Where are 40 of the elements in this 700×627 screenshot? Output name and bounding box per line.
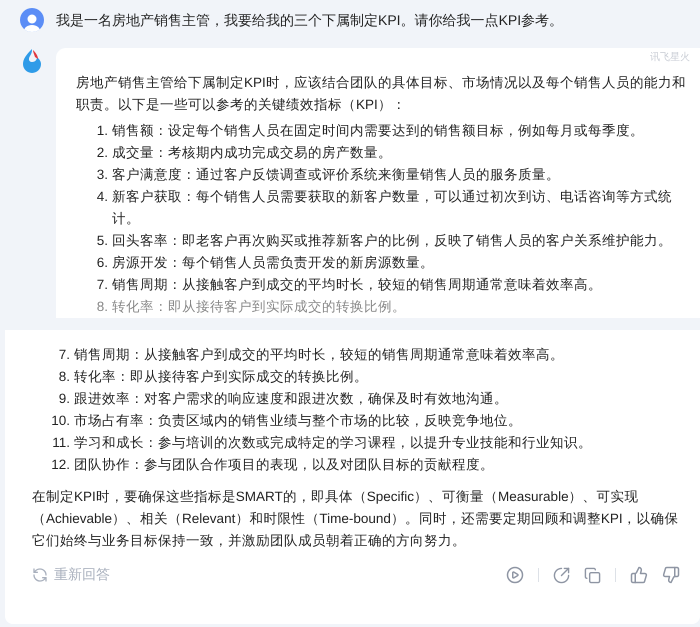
list-item-text: 学习和成长：参与培训的次数或完成特定的学习课程，以提升专业技能和行业知识。 bbox=[74, 434, 592, 452]
user-avatar bbox=[20, 8, 44, 32]
list-number: 5. bbox=[96, 232, 109, 250]
list-item-text: 销售周期：从接触客户到成交的平均时长，较短的销售周期通常意味着效率高。 bbox=[74, 346, 564, 364]
share-icon[interactable] bbox=[553, 566, 570, 584]
list-number: 8. bbox=[96, 298, 109, 316]
list-item-text: 客户满意度：通过客户反馈调查或评价系统来衡量销售人员的服务质量。 bbox=[112, 166, 560, 184]
list-item-text: 转化率：即从接待客户到实际成交的转换比例。 bbox=[74, 368, 368, 386]
list-number: 11. bbox=[51, 434, 71, 452]
list-number: 6. bbox=[96, 254, 109, 272]
regenerate-button[interactable]: 重新回答 bbox=[32, 566, 110, 584]
thumbs-up-icon[interactable] bbox=[630, 566, 648, 584]
list-number: 8. bbox=[58, 368, 71, 386]
list-item-text: 新客户获取：每个销售人员需要获取的新客户数量，可以通过初次到访、电话咨询等方式统计。 bbox=[112, 188, 673, 228]
list-number: 7. bbox=[58, 346, 71, 364]
list-item-text: 成交量：考核期内成功完成交易的房产数量。 bbox=[112, 144, 392, 162]
answer-intro: 房地产销售主管给下属制定KPI时，应该结合团队的具体目标、市场情况以及每个销售人员的能力和职责。以下是一些可以参考的关键绩效指标（KPI）： bbox=[76, 74, 687, 114]
assistant-logo-icon bbox=[20, 48, 44, 74]
list-item-text: 市场占有率：负责区域内的销售业绩与整个市场的比较，反映竞争地位。 bbox=[74, 412, 522, 430]
thumbs-down-icon[interactable] bbox=[662, 566, 680, 584]
list-number: 3. bbox=[96, 166, 109, 184]
list-item-text: 跟进效率：对客户需求的响应速度和跟进次数，确保及时有效地沟通。 bbox=[74, 390, 508, 408]
list-number: 7. bbox=[96, 276, 109, 294]
list-number: 12. bbox=[50, 456, 71, 474]
list-item-text: 回头客率：即老客户再次购买或推荐新客户的比例，反映了销售人员的客户关系维护能力。 bbox=[112, 232, 672, 250]
list-number: 9. bbox=[58, 390, 71, 408]
list-number: 10. bbox=[50, 412, 71, 430]
conclusion-paragraph: 在制定KPI时，要确保这些指标是SMART的，即具体（Specific）、可衡量（Measurable）、可实现（Achievable）、相关（Relevant）和时限性（Time-bound）。同时，还需要定期回顾和调整KPI，以确保它们始终与业务目标保持一致，并激励团队成员朝着正确的方向努力。 bbox=[32, 488, 680, 550]
refresh-icon bbox=[32, 567, 48, 583]
list-item-text: 销售周期：从接触客户到成交的平均时长，较短的销售周期通常意味着效率高。 bbox=[112, 276, 602, 294]
list-item-text: 销售额：设定每个销售人员在固定时间内需要达到的销售额目标，例如每月或每季度。 bbox=[112, 122, 644, 140]
list-item-text: 房源开发：每个销售人员需负责开发的新房源数量。 bbox=[112, 254, 434, 272]
play-icon[interactable] bbox=[506, 566, 524, 584]
copy-icon[interactable] bbox=[584, 566, 601, 584]
user-message: 我是一名房地产销售主管，我要给我的三个下属制定KPI。请你给我一点KPI参考。 bbox=[56, 11, 564, 30]
list-number: 2. bbox=[96, 144, 109, 162]
list-item-text: 团队协作：参与团队合作项目的表现，以及对团队目标的贡献程度。 bbox=[74, 456, 494, 474]
list-item-text: 转化率：即从接待客户到实际成交的转换比例。 bbox=[112, 298, 406, 316]
list-number: 4. bbox=[96, 188, 109, 206]
list-number: 1. bbox=[96, 122, 109, 140]
